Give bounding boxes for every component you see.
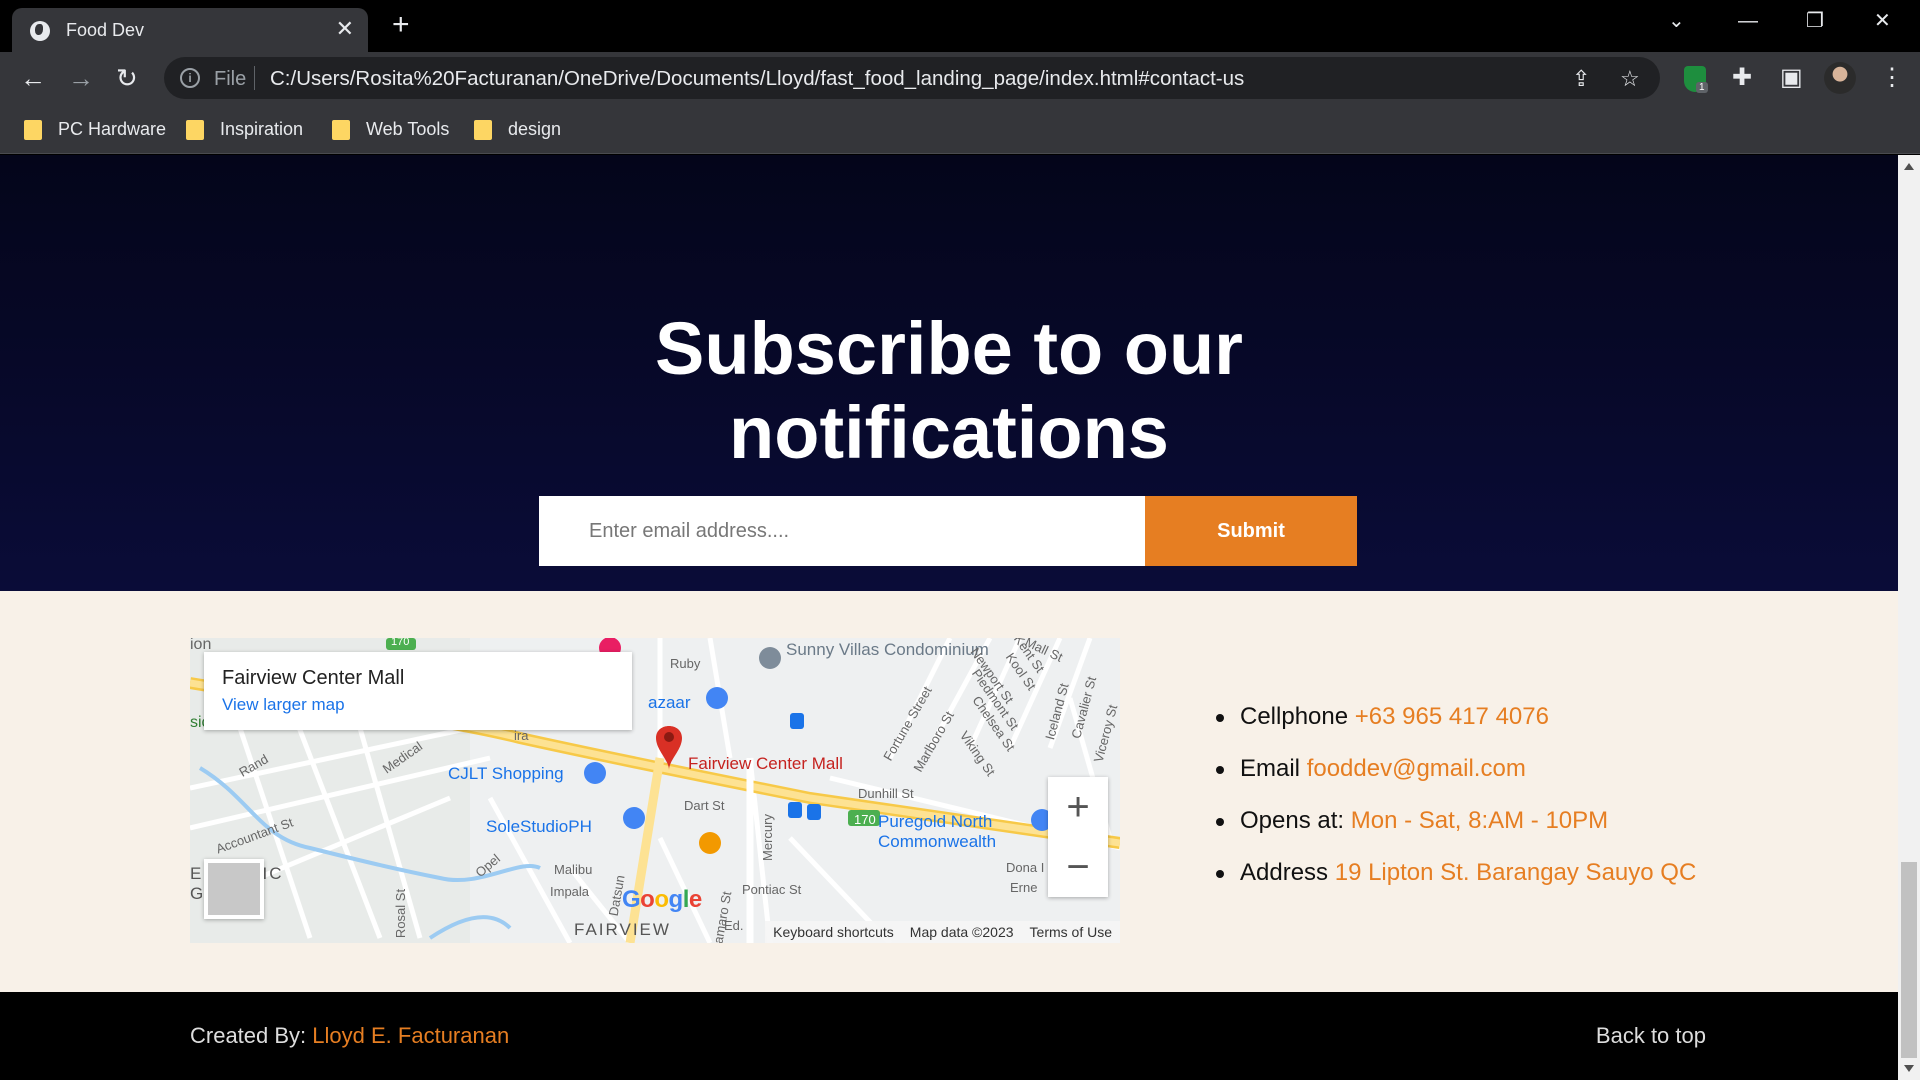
browser-tab[interactable]: Food Dev ✕ xyxy=(12,8,368,52)
page-viewport: Subscribe to our notifications Submit xyxy=(0,155,1898,1080)
new-tab-button[interactable]: + xyxy=(392,10,410,40)
author-link[interactable]: Lloyd E. Facturanan xyxy=(312,1023,509,1048)
address-bar[interactable]: i File C:/Users/Rosita%20Facturanan/OneD… xyxy=(164,57,1660,99)
route-170: 170 xyxy=(854,812,876,827)
side-panel-icon[interactable]: ▣ xyxy=(1780,64,1803,92)
google-logo: Google xyxy=(622,886,702,913)
map-street-erne: Erne xyxy=(1010,880,1038,895)
map-place-card: Fairview Center Mall View larger map xyxy=(204,652,632,730)
map-label-sunny-villas: Sunny Villas Condominium xyxy=(786,640,989,659)
bookmark-design[interactable]: design xyxy=(474,116,561,142)
credit-text: Created By: Lloyd E. Facturanan xyxy=(190,1023,510,1048)
extension-badge: 1 xyxy=(1696,82,1708,93)
route-170-top: 170 xyxy=(391,638,410,648)
map-label-pin: Fairview Center Mall xyxy=(688,754,843,773)
map-street-mercury: Mercury xyxy=(759,814,775,861)
minimize-icon[interactable]: — xyxy=(1738,8,1758,34)
submit-button[interactable]: Submit xyxy=(1145,496,1357,566)
map-street-impala: Impala xyxy=(550,884,590,899)
bookmark-inspiration[interactable]: Inspiration xyxy=(186,116,303,142)
share-icon[interactable]: ⇪ xyxy=(1572,66,1590,92)
map-label-bazaar: azaar xyxy=(648,693,691,712)
scroll-up-arrow-icon[interactable] xyxy=(1904,163,1914,170)
terms-of-use-link[interactable]: Terms of Use xyxy=(1022,921,1120,943)
map-street-dunhill: Dunhill St xyxy=(858,786,914,801)
close-window-icon[interactable]: ✕ xyxy=(1874,8,1891,34)
cellphone-value[interactable]: +63 965 417 4076 xyxy=(1355,703,1549,730)
map-street-malibu: Malibu xyxy=(554,862,593,877)
bookmark-star-icon[interactable]: ☆ xyxy=(1620,66,1640,92)
map-label-fairview: FAIRVIEW xyxy=(574,920,671,939)
bookmark-pc-hardware[interactable]: PC Hardware xyxy=(24,116,166,142)
url-scheme: File xyxy=(214,68,247,90)
url-text[interactable]: C:/Users/Rosita%20Facturanan/OneDrive/Do… xyxy=(270,67,1244,91)
map-street-pontiac: Pontiac St xyxy=(742,882,802,897)
contact-email: Email fooddev@gmail.com xyxy=(1216,755,1696,807)
map-label-solestudio: SoleStudioPH xyxy=(486,817,592,836)
close-tab-icon[interactable]: ✕ xyxy=(336,16,354,42)
map-zoom-controls: + − xyxy=(1048,777,1108,897)
menu-icon[interactable]: ⋮ xyxy=(1880,64,1904,92)
map-label-cjlt: CJLT Shopping xyxy=(448,764,564,783)
site-info-icon[interactable]: i xyxy=(180,68,200,88)
tab-strip: Food Dev ✕ + ⌄ — ❐ ✕ xyxy=(0,0,1920,52)
view-larger-map-link[interactable]: View larger map xyxy=(222,695,345,715)
contact-cellphone: Cellphone +63 965 417 4076 xyxy=(1216,703,1696,755)
tab-title: Food Dev xyxy=(66,20,145,40)
google-map-embed[interactable]: Sunny Villas Condominium Ruby azaar CJLT… xyxy=(190,638,1120,943)
restore-icon[interactable]: ❐ xyxy=(1806,8,1824,34)
bookmarks-bar: PC Hardware Inspiration Web Tools design xyxy=(0,104,1920,154)
folder-icon xyxy=(332,120,350,140)
folder-icon xyxy=(186,120,204,140)
zoom-out-button[interactable]: − xyxy=(1048,837,1108,897)
reload-icon[interactable]: ↻ xyxy=(116,63,138,93)
map-street-dona: Dona I xyxy=(1006,860,1045,875)
subscribe-section: Subscribe to our notifications Submit xyxy=(0,155,1898,591)
back-to-top-link[interactable]: Back to top xyxy=(1596,1023,1706,1049)
email-value[interactable]: fooddev@gmail.com xyxy=(1307,755,1526,782)
email-input[interactable] xyxy=(539,496,1145,566)
scrollbar-thumb[interactable] xyxy=(1901,862,1917,1058)
bookmark-web-tools[interactable]: Web Tools xyxy=(332,116,449,142)
map-fragment-ira: ira xyxy=(514,728,529,743)
site-footer: Created By: Lloyd E. Facturanan Back to … xyxy=(0,992,1898,1080)
map-attribution: Keyboard shortcuts Map data ©2023 Terms of… xyxy=(765,921,1120,943)
tab-search-icon[interactable]: ⌄ xyxy=(1668,8,1685,34)
address-value: 19 Lipton St. Barangay Sauyo QC xyxy=(1334,859,1697,886)
browser-toolbar: ← → ↻ i File C:/Users/Rosita%20Facturana… xyxy=(0,52,1920,104)
map-data-text: Map data ©2023 xyxy=(909,924,1014,940)
contact-address: Address 19 Lipton St. Barangay Sauyo QC xyxy=(1216,859,1696,911)
map-type-toggle[interactable] xyxy=(204,859,264,919)
forward-icon[interactable]: → xyxy=(68,63,94,93)
url-divider xyxy=(254,66,255,90)
map-street-dart: Dart St xyxy=(684,798,725,813)
folder-icon xyxy=(24,120,42,140)
globe-icon xyxy=(30,21,50,41)
keyboard-shortcuts-link[interactable]: Keyboard shortcuts xyxy=(765,921,902,943)
page-scrollbar[interactable] xyxy=(1898,155,1920,1080)
contact-hours: Opens at: Mon - Sat, 8:AM - 10PM xyxy=(1216,807,1696,859)
map-label-puregold: Puregold North Commonwealth xyxy=(878,812,997,851)
contact-list: Cellphone +63 965 417 4076 Email fooddev… xyxy=(1216,703,1696,911)
subscribe-title: Subscribe to our notifications xyxy=(655,307,1243,474)
map-place-name: Fairview Center Mall xyxy=(222,667,405,689)
hours-value: Mon - Sat, 8:AM - 10PM xyxy=(1350,807,1609,834)
satellite-thumbnail xyxy=(208,863,260,915)
map-street-rosal: Rosal St xyxy=(393,888,409,939)
scroll-down-arrow-icon[interactable] xyxy=(1904,1065,1914,1072)
folder-icon xyxy=(474,120,492,140)
puzzle-extensions-icon[interactable]: ✚ xyxy=(1732,64,1752,92)
profile-avatar[interactable] xyxy=(1824,62,1856,94)
back-icon[interactable]: ← xyxy=(20,63,46,93)
map-street-ruby: Ruby xyxy=(670,656,701,671)
zoom-in-button[interactable]: + xyxy=(1048,777,1108,837)
